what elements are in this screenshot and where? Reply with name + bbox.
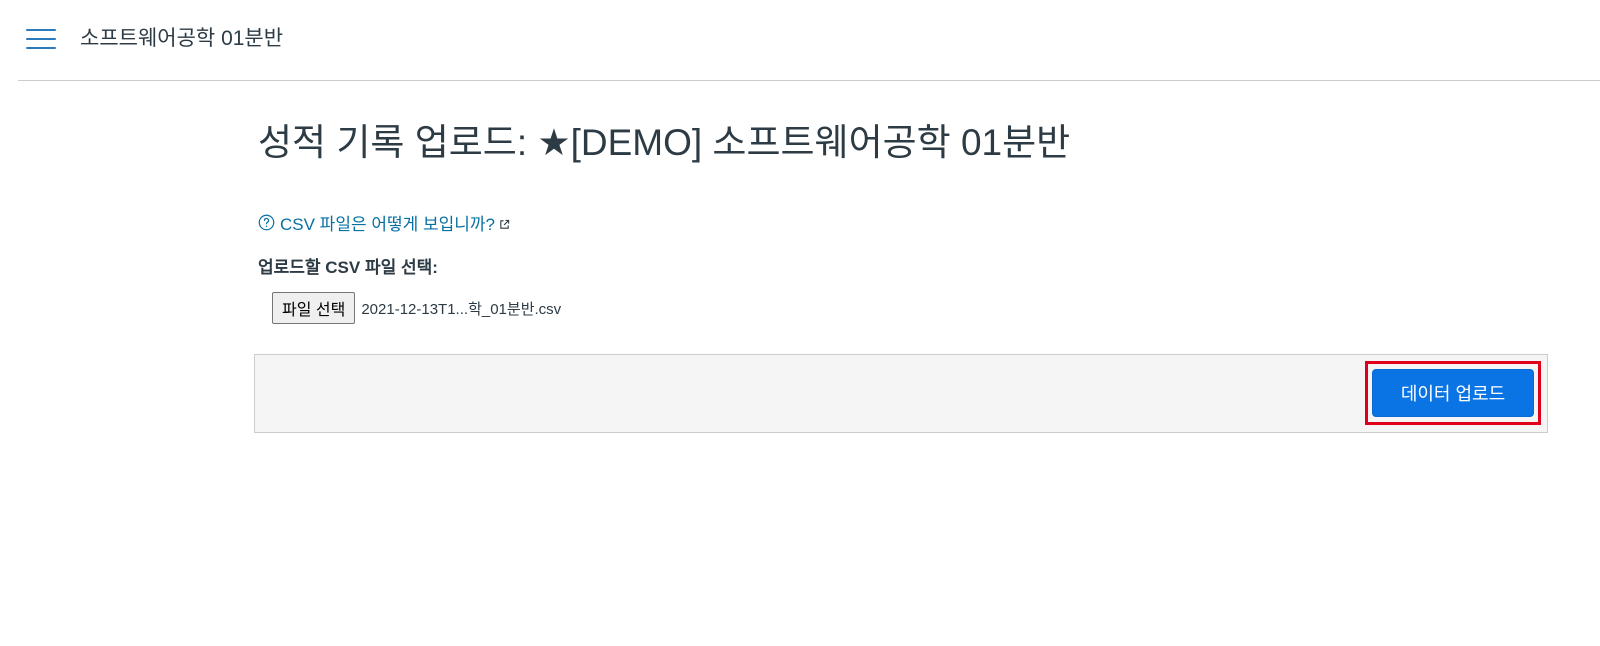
file-input[interactable]: 파일 선택 2021-12-13T1...학_01분반.csv: [272, 292, 561, 324]
selected-file-name: 2021-12-13T1...학_01분반.csv: [361, 300, 562, 318]
top-navigation-bar: 소프트웨어공학 01분반: [18, 0, 1600, 81]
file-select-label: 업로드할 CSV 파일 선택:: [258, 258, 438, 277]
csv-help-link-label: CSV 파일은 어떻게 보입니까?: [280, 215, 495, 234]
highlight-annotation-box: 데이터 업로드: [1365, 361, 1541, 425]
question-circle-icon: [258, 214, 275, 231]
upload-data-button[interactable]: 데이터 업로드: [1372, 369, 1534, 417]
form-actions-bar: 데이터 업로드: [254, 354, 1548, 433]
course-name[interactable]: 소프트웨어공학 01분반: [80, 22, 283, 52]
csv-help-link[interactable]: CSV 파일은 어떻게 보입니까?: [258, 210, 510, 235]
hamburger-menu-icon[interactable]: [26, 27, 56, 51]
page-title: 성적 기록 업로드: ★[DEMO] 소프트웨어공학 01분반: [258, 122, 1071, 163]
external-link-icon: [500, 219, 510, 229]
choose-file-button[interactable]: 파일 선택: [272, 292, 356, 324]
